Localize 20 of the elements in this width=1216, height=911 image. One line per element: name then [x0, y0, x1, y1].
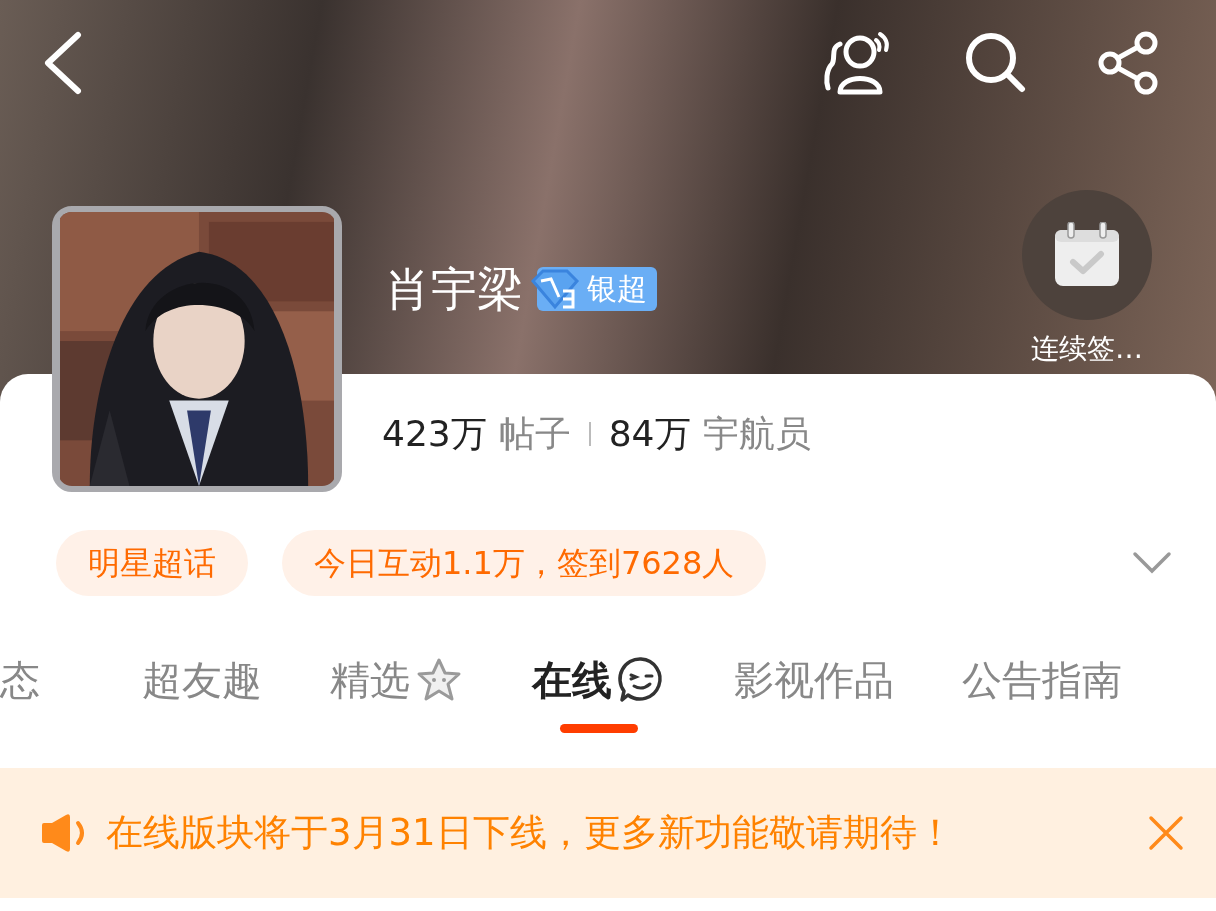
search-icon[interactable]: [964, 31, 1028, 95]
calendar-check-icon: [1053, 222, 1121, 288]
tab[interactable]: 精选: [330, 650, 464, 710]
stat-label: 帖子: [498, 416, 571, 452]
tag[interactable]: 今日互动1.1万，签到7628人: [282, 530, 767, 596]
notice-text: 在线版块将于3月31日下线，更多新功能敬请期待！: [106, 810, 954, 857]
tab[interactable]: 态: [0, 650, 40, 710]
stat-count: 84万: [608, 416, 691, 452]
stat-label: 宇航员: [702, 416, 811, 452]
checkin-label: 连续签…: [1031, 331, 1143, 367]
chevron-down-icon[interactable]: [1132, 551, 1172, 575]
tab[interactable]: 超友趣: [142, 650, 262, 710]
diamond-icon: [529, 267, 581, 311]
topic-name: 肖宇梁: [385, 266, 523, 312]
tab[interactable]: 影视作品: [734, 650, 894, 710]
stat-count: 423万: [382, 416, 487, 452]
badge-label: 银超: [587, 274, 647, 304]
tag[interactable]: 明星超话: [56, 530, 248, 596]
tab[interactable]: 在线: [532, 650, 666, 733]
tab[interactable]: 公告指南: [962, 650, 1122, 710]
